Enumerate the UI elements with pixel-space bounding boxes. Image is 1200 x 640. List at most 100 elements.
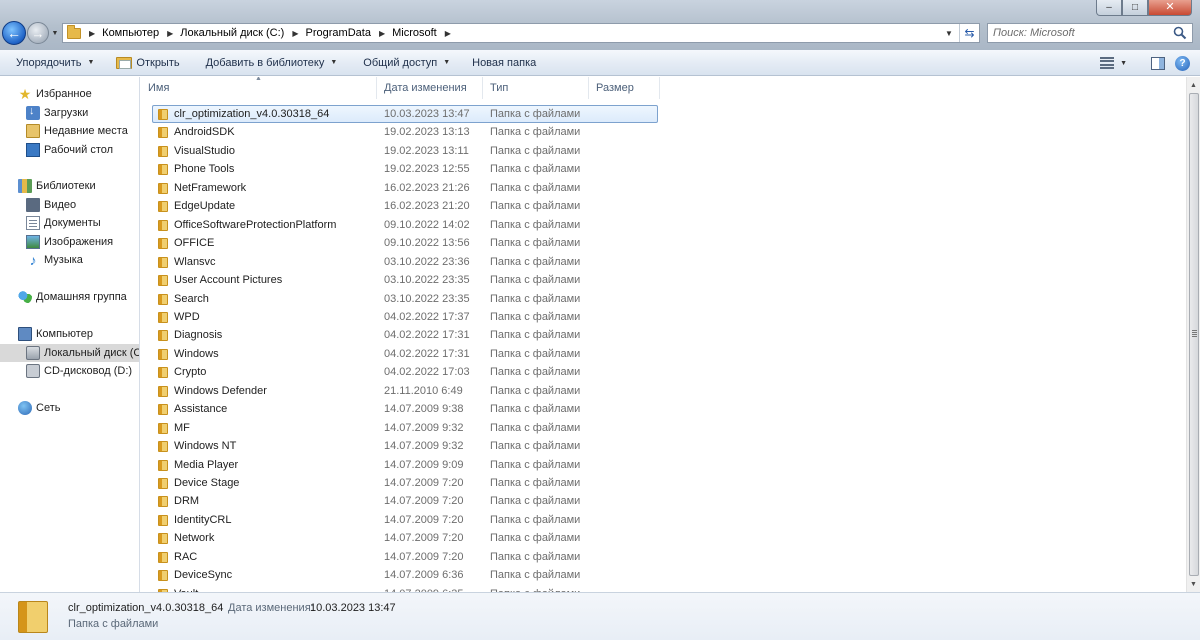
scroll-down-button[interactable]: ▼ [1187,576,1200,592]
vertical-scrollbar[interactable]: ▲ ▼ [1186,77,1200,592]
scroll-up-button[interactable]: ▲ [1187,77,1200,93]
back-button[interactable]: ← [2,21,26,45]
file-type: Папка с файлами [490,550,581,563]
organize-button[interactable]: Упорядочить ▼ [8,52,102,74]
file-type: Папка с файлами [490,421,581,434]
folder-icon [67,24,81,39]
address-history-button[interactable]: ▼ [941,24,957,42]
file-row[interactable]: Phone Tools 19.02.2023 12:55 Папка с файла… [141,160,741,178]
file-row[interactable]: Search 03.10.2022 23:35 Папка с файлами [141,290,741,308]
file-row[interactable]: OFFICE 09.10.2022 13:56 Папка с файлами [141,234,741,252]
chevron-down-icon[interactable]: ▼ [1120,60,1127,67]
sidebar-item-local-disk[interactable]: Локальный диск (C [0,344,139,362]
file-row[interactable]: MF 14.07.2009 9:32 Папка с файлами [141,419,741,437]
sidebar-item-downloads[interactable]: Загрузки [0,104,139,122]
view-options-icon[interactable] [1100,57,1115,69]
sidebar-item-desktop[interactable]: Рабочий стол [0,141,139,159]
sidebar-group-computer[interactable]: Компьютер [0,325,139,343]
folder-icon [158,404,168,416]
preview-pane-icon[interactable] [1151,56,1165,70]
sidebar-item-pictures[interactable]: Изображения [0,233,139,251]
file-row[interactable]: Media Player 14.07.2009 9:09 Папка с файла… [141,456,741,474]
file-row[interactable]: WPD 04.02.2022 17:37 Папка с файлами [141,308,741,326]
recent-pages-button[interactable]: ▼ [51,28,59,38]
breadcrumb-local-disk[interactable]: Локальный диск (C:) [180,27,284,39]
sidebar-item-music[interactable]: ♪ Музыка [0,251,139,269]
breadcrumb-microsoft[interactable]: Microsoft [392,27,437,39]
sidebar-group-homegroup[interactable]: Домашняя группа [0,288,139,306]
scroll-up-icon: ▲ [1190,81,1197,89]
pictures-icon [26,235,40,249]
desktop-icon [26,143,40,157]
chevron-right-icon[interactable]: ▶ [284,29,305,38]
search-icon[interactable] [1173,26,1187,40]
sidebar-group-favorites[interactable]: ★ Избранное [0,85,139,103]
file-row[interactable]: DRM 14.07.2009 7:20 Папка с файлами [141,492,741,510]
breadcrumb-programdata[interactable]: ProgramData [306,27,371,39]
star-icon: ★ [18,86,32,102]
file-type: Папка с файлами [490,163,581,176]
file-row[interactable]: RAC 14.07.2009 7:20 Папка с файлами [141,548,741,566]
file-row[interactable]: Vault14.07.2009 6:35Папка с файлами [141,585,741,592]
file-row[interactable]: VisualStudio 19.02.2023 13:11 Папка с файл… [141,142,741,160]
help-icon[interactable]: ? [1175,55,1190,71]
file-row[interactable]: IdentityCRL 14.07.2009 7:20 Папка с файлам… [141,511,741,529]
folder-icon [158,145,168,157]
minimize-button[interactable]: – [1096,0,1122,16]
forward-button[interactable]: → [27,22,49,44]
file-name: WPD [174,310,200,323]
close-button[interactable]: ✕ [1148,0,1192,16]
refresh-button[interactable]: ⇆ [959,24,979,42]
chevron-right-icon[interactable]: ▶ [81,29,102,38]
file-row[interactable]: User Account Pictures 03.10.2022 23:35 Пап… [141,271,741,289]
sidebar-item-cd-drive[interactable]: CD-дисковод (D:) [0,362,139,380]
file-row[interactable]: AndroidSDK 19.02.2023 13:13 Папка с файлам… [141,123,741,141]
sidebar-group-libraries[interactable]: Библиотеки [0,177,139,195]
share-button[interactable]: Общий доступ ▼ [355,52,458,74]
file-row[interactable]: Network 14.07.2009 7:20 Папка с файлами [141,529,741,547]
new-folder-button[interactable]: Новая папка [464,52,544,74]
chevron-right-icon[interactable]: ▶ [159,29,180,38]
sidebar-group-network[interactable]: Сеть [0,399,139,417]
file-row[interactable]: NetFramework 16.02.2023 21:26 Папка с файл… [141,179,741,197]
chevron-down-icon: ▼ [51,29,59,37]
file-row[interactable]: Diagnosis 04.02.2022 17:31 Папка с файлами [141,326,741,344]
add-to-library-button[interactable]: Добавить в библиотеку ▼ [198,52,346,74]
file-row[interactable]: Device Stage 14.07.2009 7:20 Папка с файла… [141,474,741,492]
file-row[interactable]: Windows Defender 21.11.2010 6:49 Папка с ф… [141,382,741,400]
column-header-size[interactable]: Размер [589,77,660,99]
maximize-button[interactable]: □ [1122,0,1148,16]
column-header-name[interactable]: ▲ Имя [141,77,377,99]
sidebar-item-recent-places[interactable]: Недавние места [0,122,139,140]
details-date-label: Дата изменения: [228,602,314,614]
homegroup-icon [18,290,32,304]
chevron-right-icon[interactable]: ▶ [371,29,392,38]
file-row[interactable]: OfficeSoftwareProtectionPlatform 09.10.20… [141,216,741,234]
column-header-date[interactable]: Дата изменения [377,77,483,99]
search-input[interactable]: Поиск: Microsoft [987,23,1193,43]
file-row[interactable]: Wlansvc 03.10.2022 23:36 Папка с файлами [141,253,741,271]
file-row[interactable]: DeviceSync 14.07.2009 6:36 Папка с файлами [141,566,741,584]
file-row[interactable]: clr_optimization_v4.0.30318_64 10.03.2023… [141,105,741,123]
column-header-label: Размер [596,82,634,94]
sidebar-item-documents[interactable]: Документы [0,214,139,232]
folder-icon [158,459,168,471]
address-bar[interactable]: ▶ Компьютер ▶ Локальный диск (C:) ▶ Prog… [62,23,980,43]
sidebar-item-label: Документы [44,217,101,229]
file-row[interactable]: EdgeUpdate 16.02.2023 21:20 Папка с файлам… [141,197,741,215]
folder-icon [158,238,168,250]
folder-icon [158,219,168,231]
chevron-right-icon[interactable]: ▶ [437,29,458,38]
file-row[interactable]: Windows 04.02.2022 17:31 Папка с файлами [141,345,741,363]
cd-drive-icon [26,364,40,378]
open-button[interactable]: Открыть [108,52,187,74]
file-row[interactable]: Windows NT 14.07.2009 9:32 Папка с файлами [141,437,741,455]
file-row[interactable]: Crypto 04.02.2022 17:03 Папка с файлами [141,363,741,381]
open-label: Открыть [136,56,180,69]
column-header-type[interactable]: Тип [483,77,589,99]
file-row[interactable]: Assistance 14.07.2009 9:38 Папка с файлами [141,400,741,418]
file-date: 14.07.2009 7:20 [384,495,464,508]
sidebar-item-video[interactable]: Видео [0,196,139,214]
breadcrumb-computer[interactable]: Компьютер [102,27,159,39]
scroll-thumb[interactable] [1189,93,1199,576]
